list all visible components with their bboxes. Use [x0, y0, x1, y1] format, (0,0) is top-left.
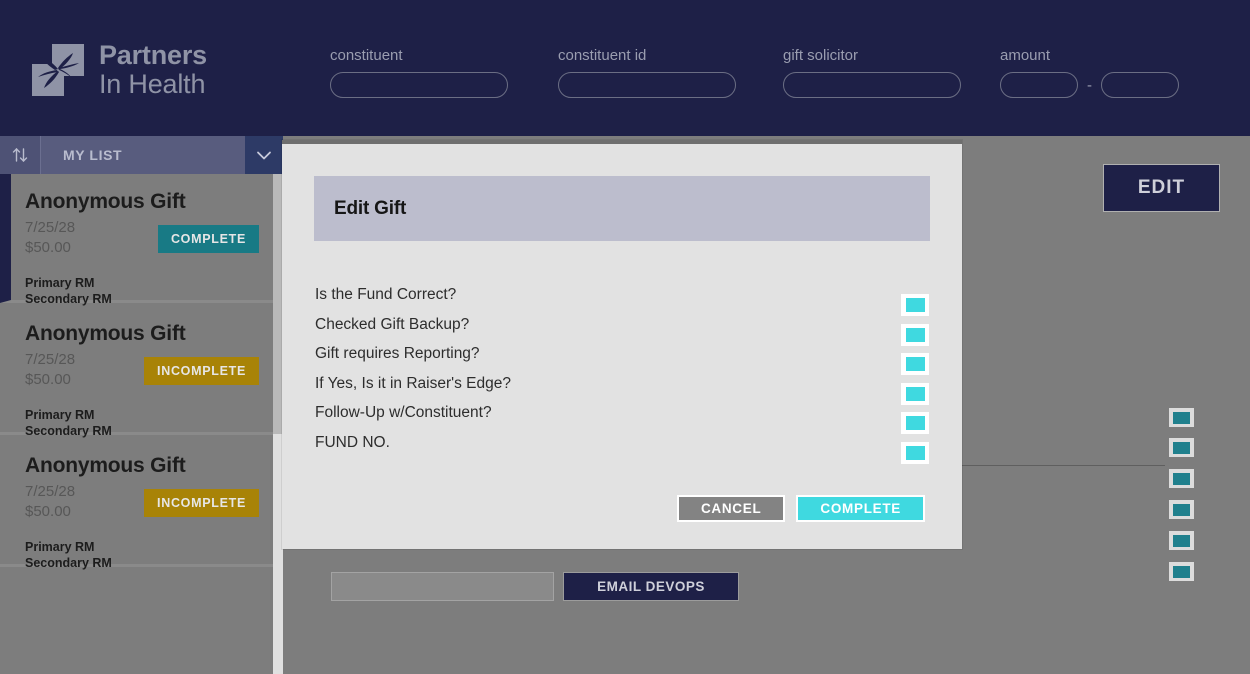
chevron-down-icon	[257, 151, 271, 160]
field-constituent-id: constituent id	[558, 47, 736, 98]
field-amount: amount -	[1000, 47, 1179, 98]
list-item-title: Anonymous Gift	[25, 454, 186, 477]
modal-header: Edit Gift	[314, 176, 930, 241]
question-checkbox[interactable]	[901, 323, 929, 346]
field-constituent: constituent	[330, 47, 508, 98]
question-label: If Yes, Is it in Raiser's Edge?	[315, 374, 511, 392]
background-checkbox-5[interactable]	[1169, 531, 1194, 550]
list-item[interactable]: Anonymous Gift 7/25/28 $50.00 COMPLETE P…	[0, 174, 273, 306]
list-item-primary-rm: Primary RM	[25, 539, 95, 554]
modal-body: Is the Fund Correct? Checked Gift Backup…	[315, 286, 929, 464]
sort-up-down-icon	[12, 148, 28, 162]
question-label: Gift requires Reporting?	[315, 345, 480, 362]
list-item-rm: Primary RM Secondary RM	[25, 275, 259, 309]
list-item[interactable]: Anonymous Gift 7/25/28 $50.00 INCOMPLETE…	[0, 438, 273, 570]
list-item-body: Anonymous Gift 7/25/28 $50.00 COMPLETE P…	[11, 174, 273, 322]
question-row: Checked Gift Backup?	[315, 316, 929, 346]
question-label: FUND NO.	[315, 433, 390, 451]
constituent-input[interactable]	[330, 72, 508, 98]
sidebar: MY LIST Anonymous Gift 7/25/28 $50.00 CO…	[0, 136, 283, 674]
question-label: Is the Fund Correct?	[315, 286, 457, 303]
question-row: Gift requires Reporting?	[315, 345, 929, 375]
question-checkbox[interactable]	[901, 382, 929, 405]
question-row: FUND NO.	[315, 434, 929, 464]
question-row: Is the Fund Correct?	[315, 286, 929, 316]
email-devops-row: EMAIL DEVOPS	[331, 572, 739, 601]
list-selector-label: MY LIST	[63, 147, 123, 163]
list-item-title: Anonymous Gift	[25, 190, 186, 213]
background-checkbox-2[interactable]	[1169, 438, 1194, 457]
list-item-body: Anonymous Gift 7/25/28 $50.00 INCOMPLETE…	[11, 306, 273, 454]
background-checkbox-6[interactable]	[1169, 562, 1194, 581]
background-checkbox-1[interactable]	[1169, 408, 1194, 427]
amount-range-row: -	[1000, 72, 1179, 98]
list-toolbar: MY LIST	[0, 136, 283, 174]
email-devops-button[interactable]: EMAIL DEVOPS	[563, 572, 739, 601]
field-label-gift-solicitor: gift solicitor	[783, 47, 859, 64]
question-label: Follow-Up w/Constituent?	[315, 404, 492, 421]
status-badge[interactable]: INCOMPLETE	[144, 489, 259, 517]
top-header-bar: Partners In Health constituent constitue…	[0, 0, 1250, 136]
brand-line-2: In Health	[99, 69, 206, 99]
question-row: Follow-Up w/Constituent?	[315, 404, 929, 434]
question-checkbox[interactable]	[901, 412, 929, 434]
question-row: If Yes, Is it in Raiser's Edge?	[315, 375, 929, 405]
question-checkbox[interactable]	[901, 441, 929, 464]
list-item-rm: Primary RM Secondary RM	[25, 539, 259, 573]
status-badge[interactable]: INCOMPLETE	[144, 357, 259, 385]
edit-gift-modal: Edit Gift Is the Fund Correct? Checked G…	[282, 140, 962, 549]
amount-min-input[interactable]	[1000, 72, 1078, 98]
list-item-primary-rm: Primary RM	[25, 407, 95, 422]
complete-button[interactable]: COMPLETE	[796, 495, 925, 522]
brand-line-1: Partners	[99, 40, 207, 70]
modal-title: Edit Gift	[334, 197, 407, 219]
constituent-id-input[interactable]	[558, 72, 736, 98]
brand-logo: Partners In Health	[30, 42, 207, 98]
list-dropdown-button[interactable]	[245, 136, 283, 174]
list-item-secondary-rm: Secondary RM	[25, 556, 112, 571]
field-label-constituent: constituent	[330, 47, 403, 64]
amount-range-separator: -	[1087, 76, 1092, 94]
partners-in-health-logo-icon	[30, 42, 86, 98]
question-checkbox[interactable]	[901, 294, 929, 316]
list-item-rm: Primary RM Secondary RM	[25, 407, 259, 441]
gift-solicitor-input[interactable]	[783, 72, 961, 98]
list-item-body: Anonymous Gift 7/25/28 $50.00 INCOMPLETE…	[11, 438, 273, 586]
devops-email-input[interactable]	[331, 572, 554, 601]
field-label-amount: amount	[1000, 47, 1051, 64]
amount-max-input[interactable]	[1101, 72, 1179, 98]
list-item[interactable]: Anonymous Gift 7/25/28 $50.00 INCOMPLETE…	[0, 306, 273, 438]
question-label: Checked Gift Backup?	[315, 315, 470, 333]
background-checkbox-3[interactable]	[1169, 469, 1194, 488]
sort-button[interactable]	[0, 136, 41, 174]
brand-wordmark: Partners In Health	[99, 42, 207, 98]
field-label-constituent-id: constituent id	[558, 47, 647, 64]
background-checkbox-4[interactable]	[1169, 500, 1194, 519]
modal-footer: CANCEL COMPLETE	[676, 495, 925, 522]
edit-button[interactable]: EDIT	[1103, 164, 1220, 212]
status-badge[interactable]: COMPLETE	[157, 225, 259, 253]
list-item-title: Anonymous Gift	[25, 322, 186, 345]
list-selector[interactable]: MY LIST	[41, 136, 245, 174]
cancel-button[interactable]: CANCEL	[676, 495, 786, 522]
app-root: Partners In Health constituent constitue…	[0, 0, 1250, 674]
field-gift-solicitor: gift solicitor	[783, 47, 961, 98]
list-item-primary-rm: Primary RM	[25, 275, 95, 290]
question-checkbox[interactable]	[901, 353, 929, 375]
